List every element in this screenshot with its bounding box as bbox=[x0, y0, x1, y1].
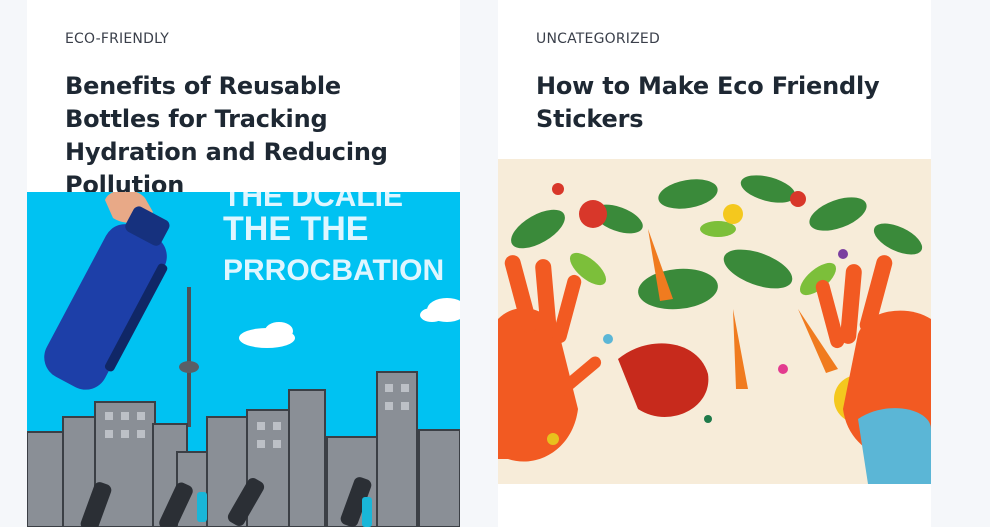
post-card-eco-stickers: UNCATEGORIZED How to Make Eco Friendly S… bbox=[498, 0, 931, 527]
post-category-link[interactable]: UNCATEGORIZED bbox=[536, 31, 660, 47]
post-thumbnail-link[interactable] bbox=[498, 159, 931, 484]
post-thumbnail-link[interactable]: THE DCALIE THE THE PRROCBATION bbox=[27, 192, 460, 527]
post-card-reusable-bottles: ECO-FRIENDLY Benefits of Reusable Bottle… bbox=[27, 0, 460, 527]
post-title-link[interactable]: How to Make Eco Friendly Stickers bbox=[536, 70, 896, 136]
post-category-link[interactable]: ECO-FRIENDLY bbox=[65, 31, 169, 47]
bottle-city-illustration: THE DCALIE THE THE PRROCBATION bbox=[27, 192, 460, 527]
post-title-link[interactable]: Benefits of Reusable Bottles for Trackin… bbox=[65, 70, 425, 202]
image-overlay-text-3: PRROCBATION bbox=[223, 254, 444, 287]
vegetable-hands-illustration bbox=[498, 159, 931, 484]
image-overlay-text-2: THE THE bbox=[223, 210, 368, 248]
